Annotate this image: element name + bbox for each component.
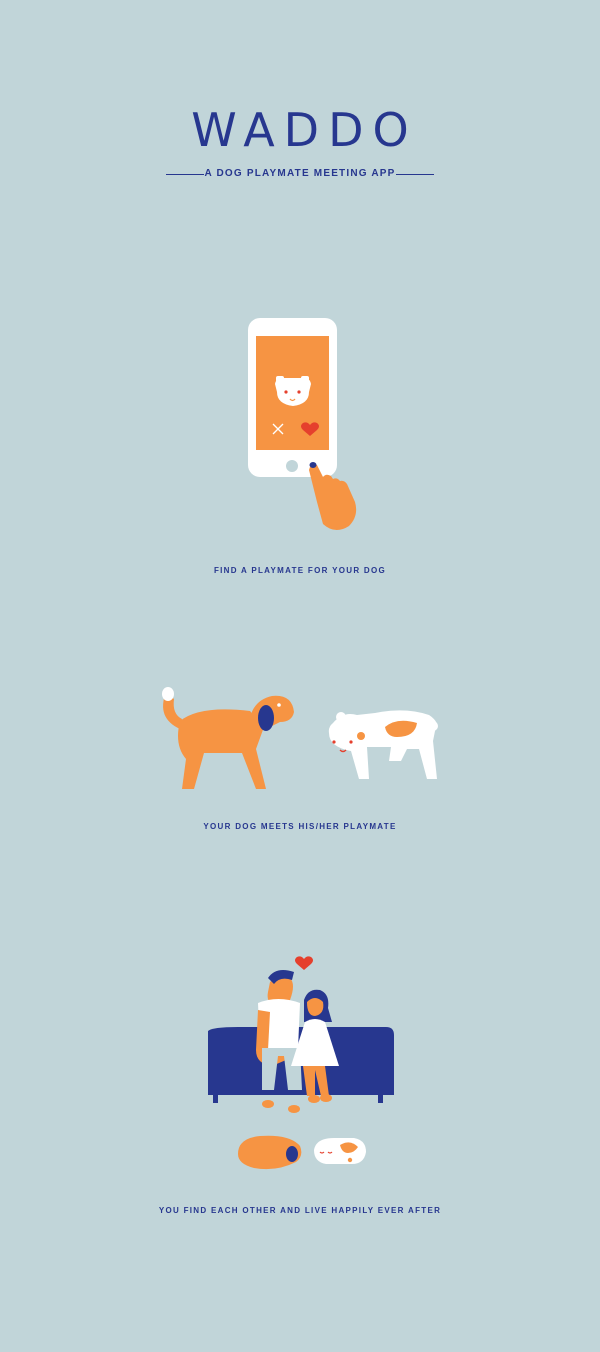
sleeping-white-bulldog-icon (314, 1138, 366, 1164)
floating-heart-icon (295, 956, 313, 970)
step-3-caption: YOU FIND EACH OTHER AND LIVE HAPPILY EVE… (158, 1206, 442, 1215)
sleeping-orange-dog-icon (238, 1135, 302, 1170)
happy-ending-illustration (208, 956, 394, 1170)
